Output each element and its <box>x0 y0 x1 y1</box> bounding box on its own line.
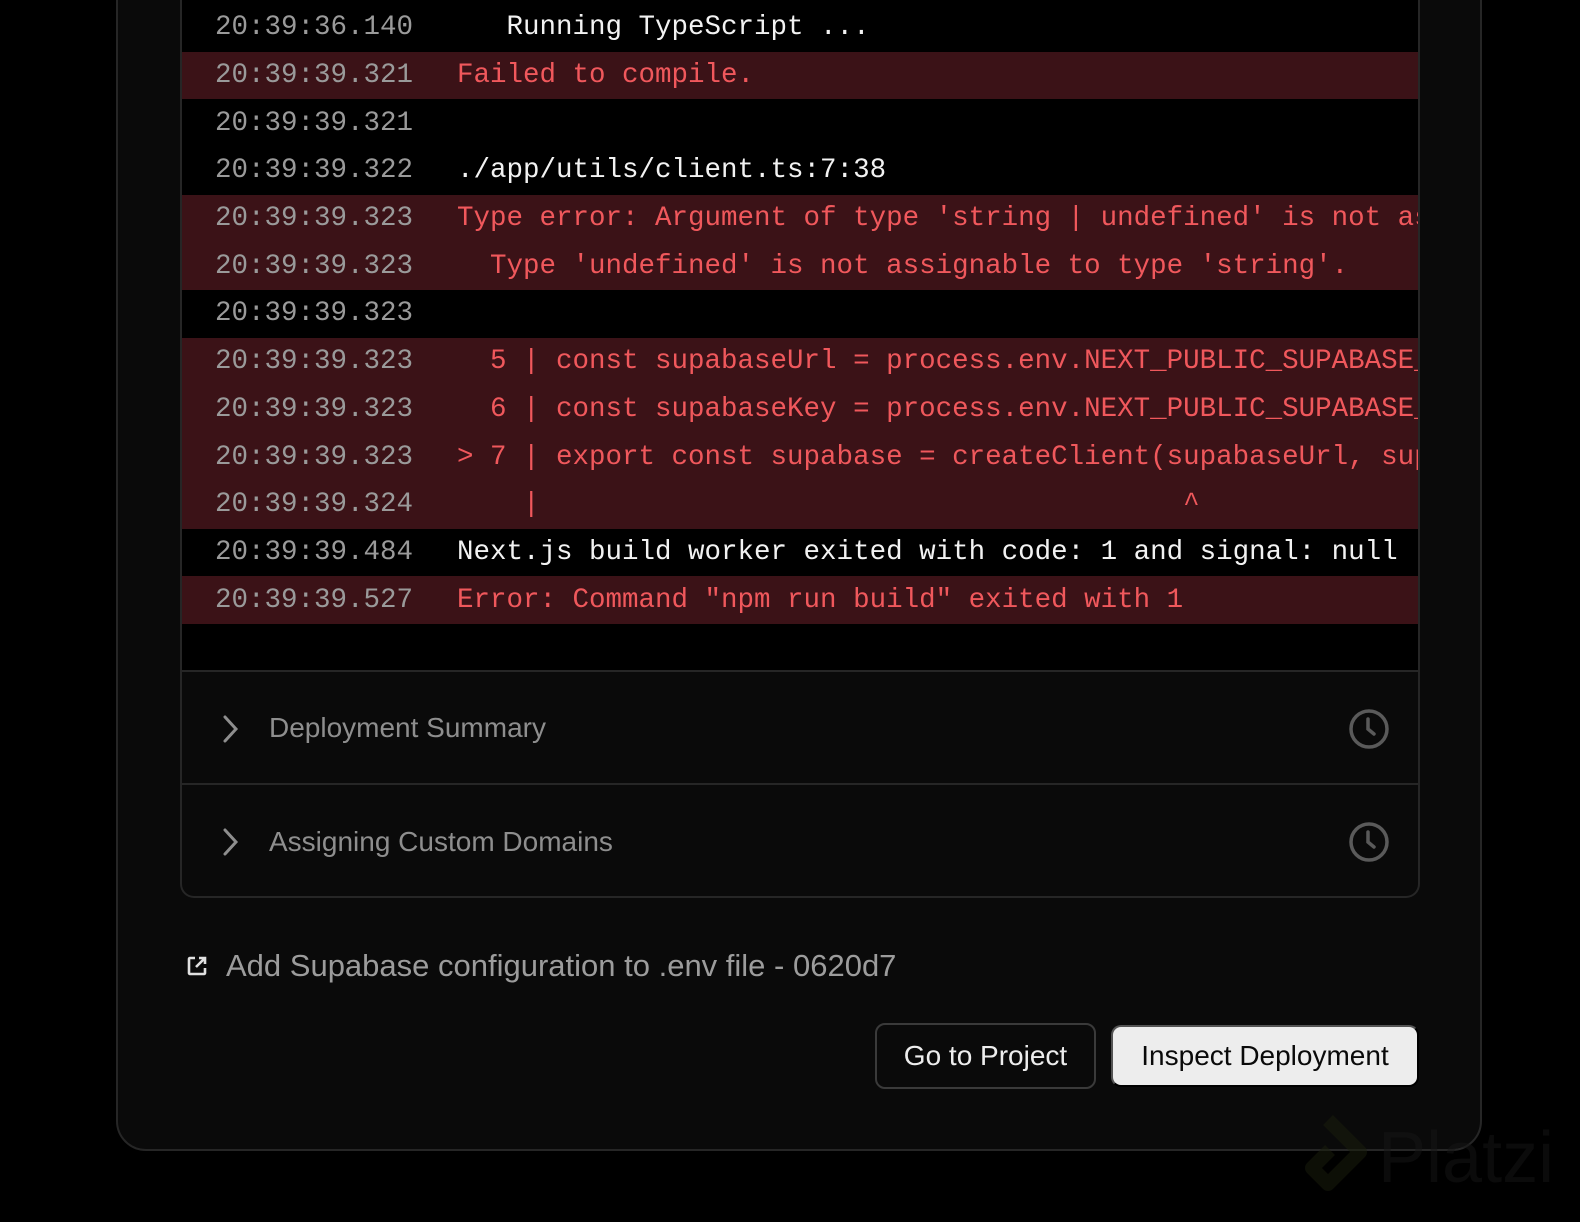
log-row-error: 20:39:39.323 Type error: Argument of type… <box>182 194 1418 243</box>
log-message: 5 | const supabaseUrl = process.env.NEXT… <box>457 346 1418 378</box>
inspect-deployment-button[interactable]: Inspect Deployment <box>1111 1025 1419 1087</box>
log-row: 20:39:39.323 <box>182 290 1418 338</box>
log-timestamp: 20:39:39.324 <box>215 489 414 521</box>
clock-icon <box>1349 709 1389 749</box>
log-timestamp: 20:39:39.323 <box>215 250 414 282</box>
log-timestamp: 20:39:39.323 <box>215 346 414 378</box>
log-timestamp: 20:39:39.323 <box>215 203 414 235</box>
log-row: 20:39:36.140 Running TypeScript ... <box>182 4 1418 52</box>
log-row: 20:39:39.321 <box>182 99 1418 147</box>
log-timestamp: 20:39:39.321 <box>215 107 414 139</box>
log-timestamp: 20:39:39.484 <box>215 536 414 568</box>
commit-link[interactable]: Add Supabase configuration to .env file … <box>186 948 896 984</box>
section-label: Assigning Custom Domains <box>269 825 613 857</box>
log-message: ./app/utils/client.ts:7:38 <box>457 155 887 187</box>
log-message: Type error: Argument of type 'string | u… <box>457 203 1418 235</box>
log-row: 20:39:39.322 ./app/utils/client.ts:7:38 <box>182 147 1418 195</box>
platzi-watermark-logo: Platzi <box>1305 1115 1554 1198</box>
clock-icon <box>1349 822 1389 862</box>
log-timestamp: 20:39:39.323 <box>215 441 414 473</box>
log-message: 6 | const supabaseKey = process.env.NEXT… <box>457 393 1418 425</box>
build-log-output: 20:39:36.140 Running TypeScript ... 20:39… <box>182 0 1418 672</box>
log-row-error: 20:39:39.323 > 7 | export const supabase … <box>182 433 1418 481</box>
log-row-error: 20:39:39.323 6 | const supabaseKey = pro… <box>182 385 1418 434</box>
log-message: | ^ <box>457 489 1200 521</box>
log-timestamp: 20:39:36.140 <box>215 12 414 44</box>
log-timestamp: 20:39:39.323 <box>215 393 414 425</box>
log-timestamp: 20:39:39.321 <box>215 60 414 92</box>
chevron-right-icon <box>223 715 239 743</box>
section-assigning-custom-domains[interactable]: Assigning Custom Domains <box>182 785 1418 896</box>
log-row-error: 20:39:39.323 Type 'undefined' is not ass… <box>182 242 1418 291</box>
log-message: Failed to compile. <box>457 60 755 92</box>
log-message: > 7 | export const supabase = createClie… <box>457 441 1418 473</box>
log-row-error: 20:39:39.527 Error: Command "npm run buil… <box>182 576 1418 624</box>
chevron-right-icon <box>223 828 239 856</box>
log-row-error: 20:39:39.321 Failed to compile. <box>182 51 1418 100</box>
log-message: Type 'undefined' is not assignable to ty… <box>457 250 1349 282</box>
log-message: Error: Command "npm run build" exited wi… <box>457 584 1184 616</box>
go-to-project-button[interactable]: Go to Project <box>875 1023 1096 1089</box>
log-timestamp: 20:39:39.323 <box>215 298 414 330</box>
external-link-icon <box>187 956 207 976</box>
section-deployment-summary[interactable]: Deployment Summary <box>182 672 1418 785</box>
log-timestamp: 20:39:39.322 <box>215 155 414 187</box>
section-label: Deployment Summary <box>269 711 546 743</box>
log-timestamp: 20:39:39.527 <box>215 584 414 616</box>
log-row: 20:39:39.484 Next.js build worker exited … <box>182 529 1418 577</box>
log-message: Running TypeScript ... <box>457 12 870 44</box>
build-logs-panel: 20:39:36.140 Running TypeScript ... 20:39… <box>180 0 1420 898</box>
log-row-error: 20:39:39.323 5 | const supabaseUrl = pro… <box>182 337 1418 386</box>
log-row-error: 20:39:39.324 | ^ <box>182 480 1418 529</box>
commit-message: Add Supabase configuration to .env file … <box>226 948 897 983</box>
log-message: Next.js build worker exited with code: 1… <box>457 536 1398 568</box>
svg-text:Platzi: Platzi <box>1378 1118 1554 1198</box>
